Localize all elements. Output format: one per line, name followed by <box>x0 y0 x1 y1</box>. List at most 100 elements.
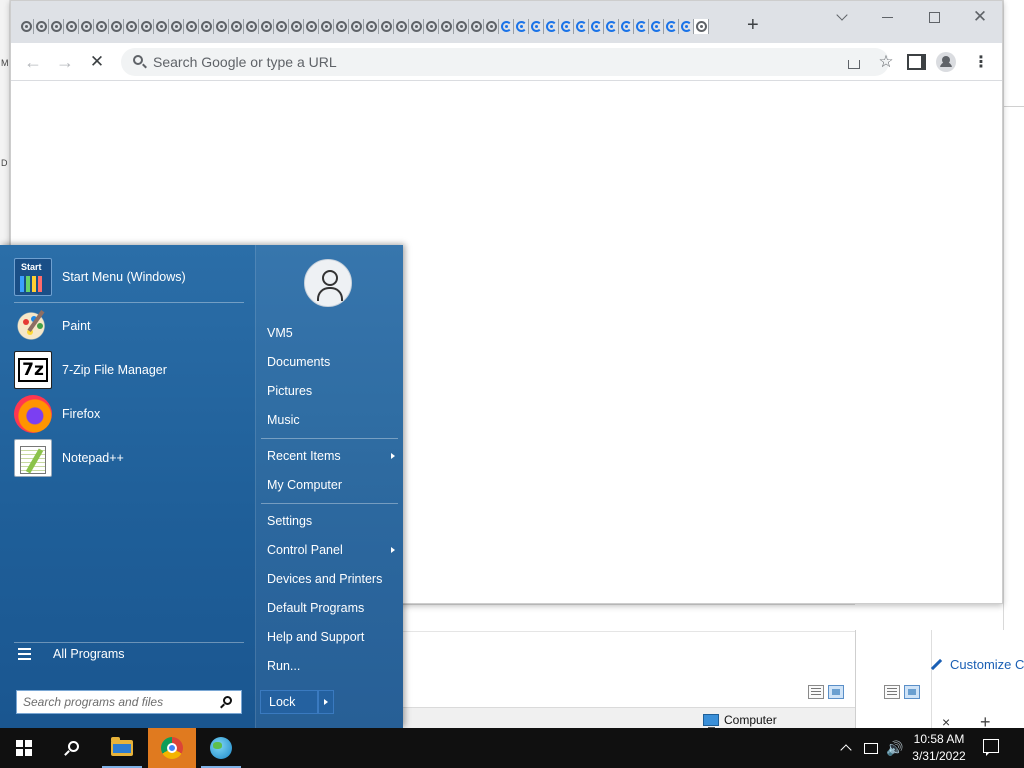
pinned-start-menu-windows[interactable]: Start Start Menu (Windows) <box>14 257 244 297</box>
help-support-link[interactable]: Help and Support <box>267 626 399 648</box>
browser-tab[interactable] <box>319 18 334 34</box>
browser-tab[interactable] <box>334 18 349 34</box>
bookmark-star-icon[interactable]: ☆ <box>876 52 896 72</box>
pinned-7zip[interactable]: 7z 7-Zip File Manager <box>14 350 244 390</box>
shutdown-options-arrow-icon[interactable] <box>318 690 334 714</box>
browser-tab[interactable] <box>394 18 409 34</box>
browser-tab[interactable] <box>214 18 229 34</box>
browser-tab[interactable] <box>619 18 634 34</box>
notification-center-icon[interactable] <box>983 739 999 756</box>
browser-tab[interactable] <box>379 18 394 34</box>
browser-tab[interactable] <box>304 18 319 34</box>
browser-tab[interactable] <box>424 18 439 34</box>
taskbar-file-explorer[interactable] <box>98 728 146 768</box>
browser-tab[interactable] <box>574 18 589 34</box>
browser-tab[interactable] <box>49 18 64 34</box>
browser-tab[interactable] <box>274 18 289 34</box>
browser-tab[interactable] <box>679 18 694 34</box>
browser-tab[interactable] <box>184 18 199 34</box>
side-panel-icon[interactable] <box>906 52 926 72</box>
browser-tab[interactable] <box>364 18 379 34</box>
back-button[interactable]: ← <box>21 50 45 74</box>
browser-tab[interactable] <box>499 18 514 34</box>
browser-tab[interactable] <box>229 18 244 34</box>
details-view-icon[interactable] <box>884 685 900 699</box>
browser-tab[interactable] <box>469 18 484 34</box>
default-programs-link[interactable]: Default Programs <box>267 597 399 619</box>
browser-tab[interactable] <box>694 18 709 34</box>
forward-button[interactable]: → <box>53 50 77 74</box>
documents-link[interactable]: Documents <box>267 351 399 373</box>
stop-loading-button[interactable]: ✕ <box>85 50 109 74</box>
browser-tab[interactable] <box>169 18 184 34</box>
browser-tab[interactable] <box>529 18 544 34</box>
browser-tab[interactable] <box>289 18 304 34</box>
browser-tab[interactable] <box>409 18 424 34</box>
browser-tab[interactable] <box>634 18 649 34</box>
share-icon[interactable] <box>844 52 864 72</box>
browser-tab[interactable] <box>139 18 154 34</box>
run-link[interactable]: Run... <box>267 655 399 677</box>
taskbar-chrome[interactable] <box>148 728 196 768</box>
show-hidden-icons-chevron-icon[interactable] <box>836 728 856 768</box>
browser-tab[interactable] <box>34 18 49 34</box>
minimize-button[interactable] <box>877 7 897 27</box>
browser-tab[interactable] <box>109 18 124 34</box>
devices-printers-link[interactable]: Devices and Printers <box>267 568 399 590</box>
maximize-button[interactable] <box>924 7 944 27</box>
browser-tab[interactable] <box>664 18 679 34</box>
browser-tab[interactable] <box>19 18 34 34</box>
lock-button[interactable]: Lock <box>260 690 318 714</box>
browser-tab[interactable] <box>649 18 664 34</box>
address-bar-input[interactable] <box>153 52 793 72</box>
browser-tab[interactable] <box>454 18 469 34</box>
browser-tab[interactable] <box>259 18 274 34</box>
preview-view-icon[interactable] <box>828 685 844 699</box>
start-search-box[interactable] <box>16 690 242 714</box>
browser-tab[interactable] <box>94 18 109 34</box>
all-programs-button[interactable]: All Programs <box>18 647 125 661</box>
chrome-menu-icon[interactable]: ⋮ <box>971 52 991 72</box>
browser-tab[interactable] <box>124 18 139 34</box>
browser-tab[interactable] <box>484 18 499 34</box>
recent-items-link[interactable]: Recent Items <box>267 445 399 467</box>
pinned-firefox[interactable]: Firefox <box>14 394 244 434</box>
omnibox[interactable]: ☆ <box>121 48 894 76</box>
browser-tab[interactable] <box>64 18 79 34</box>
browser-tab[interactable] <box>79 18 94 34</box>
pinned-paint[interactable]: Paint <box>14 306 244 346</box>
browser-tab[interactable] <box>589 18 604 34</box>
close-button[interactable]: ✕ <box>970 7 990 27</box>
browser-tab[interactable] <box>439 18 454 34</box>
pictures-link[interactable]: Pictures <box>267 380 399 402</box>
search-icon[interactable] <box>223 696 232 705</box>
tab-search-chevron-icon[interactable] <box>832 7 852 27</box>
browser-tab[interactable] <box>199 18 214 34</box>
taskbar-clock[interactable]: 10:58 AM 3/31/2022 <box>908 731 970 765</box>
profile-avatar-icon[interactable] <box>936 52 956 72</box>
my-computer-link[interactable]: My Computer <box>267 474 399 496</box>
browser-tab[interactable] <box>154 18 169 34</box>
user-folder-link[interactable]: VM5 <box>267 322 399 344</box>
browser-tab[interactable] <box>559 18 574 34</box>
browser-tab[interactable] <box>349 18 364 34</box>
taskbar-search-button[interactable] <box>48 728 96 768</box>
volume-icon[interactable]: 🔊 <box>884 728 906 768</box>
new-tab-button[interactable]: + <box>747 14 759 37</box>
preview-view-icon[interactable] <box>904 685 920 699</box>
settings-link[interactable]: Settings <box>267 510 399 532</box>
details-view-icon[interactable] <box>808 685 824 699</box>
browser-tab[interactable] <box>604 18 619 34</box>
customize-link[interactable]: Customize C <box>930 657 1024 672</box>
network-icon[interactable] <box>860 728 882 768</box>
control-panel-link[interactable]: Control Panel <box>267 539 399 561</box>
browser-tab[interactable] <box>244 18 259 34</box>
user-avatar-icon[interactable] <box>304 259 352 307</box>
taskbar-globe-app[interactable] <box>197 728 245 768</box>
browser-tab[interactable] <box>544 18 559 34</box>
music-link[interactable]: Music <box>267 409 399 431</box>
start-search-input[interactable] <box>23 694 213 710</box>
browser-tab[interactable] <box>514 18 529 34</box>
start-button[interactable] <box>0 728 48 768</box>
pinned-notepad-plus-plus[interactable]: Notepad++ <box>14 438 244 478</box>
